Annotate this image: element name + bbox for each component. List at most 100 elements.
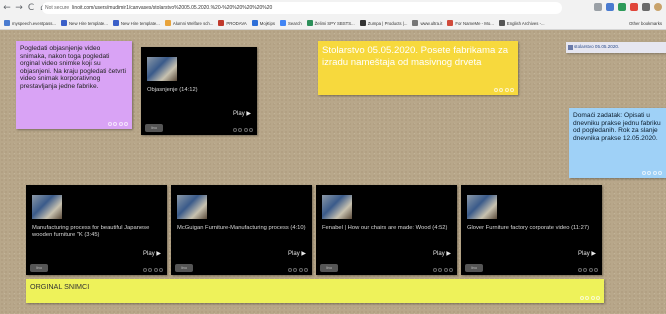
bookmark-favicon-icon (280, 20, 287, 26)
dot[interactable] (432, 268, 437, 272)
dot[interactable] (153, 268, 158, 272)
bookmark-item[interactable]: For NameMe - Mo... (447, 20, 494, 26)
canvas-board[interactable]: Pogledati objasnjenje video snimaka, nak… (0, 30, 666, 314)
video-card[interactable]: Manufacturing process for beautiful Japa… (26, 185, 167, 275)
note-controls[interactable] (232, 128, 253, 132)
dot[interactable] (243, 128, 248, 132)
note-controls[interactable] (107, 122, 128, 126)
forward-icon[interactable]: → (14, 2, 24, 14)
dot[interactable] (658, 171, 662, 175)
video-card[interactable]: McGuigan Furniture-Manufacturing process… (171, 185, 312, 275)
dot[interactable] (118, 122, 123, 126)
video-card[interactable]: Fenabel | How our chairs are made: Wood … (316, 185, 457, 275)
canvas-title: stolarstvo 05.05.2020. (574, 44, 620, 49)
video-title[interactable]: McGuigan Furniture-Manufacturing process… (177, 225, 306, 232)
video-thumbnail[interactable] (467, 195, 497, 219)
dot[interactable] (238, 128, 242, 132)
dot[interactable] (113, 122, 117, 126)
video-card[interactable]: Glover Furniture factory corporate video… (461, 185, 602, 275)
play-button[interactable]: Play ▶ (433, 250, 451, 257)
bookmark-item[interactable]: PRODAVA (218, 20, 247, 26)
dot[interactable] (124, 122, 128, 126)
extension-icon[interactable] (630, 3, 638, 11)
dot[interactable] (232, 128, 237, 132)
bookmark-item[interactable]: New Hire template... (60, 20, 108, 26)
other-bookmarks[interactable]: Other bookmarks (629, 17, 662, 29)
dot[interactable] (585, 296, 589, 300)
bookmark-item[interactable]: myspeech.eventpass... (4, 20, 56, 26)
dot[interactable] (304, 268, 308, 272)
profile-avatar[interactable] (654, 3, 662, 11)
dot[interactable] (596, 296, 600, 300)
dot[interactable] (583, 268, 587, 272)
dot[interactable] (579, 296, 584, 300)
extension-icon[interactable] (642, 3, 650, 11)
bookmark-item[interactable]: New Hire template... (112, 20, 160, 26)
original-videos-note[interactable]: ORGINAL SNIMCI (26, 279, 604, 303)
reload-icon[interactable]: C (26, 2, 36, 14)
star-icon[interactable] (594, 3, 602, 11)
heading-sticky-note[interactable]: Stolarstvo 05.05.2020. Posete fabrikama … (318, 41, 518, 95)
bookmark-item[interactable]: Zumpa | Products |... (359, 20, 407, 26)
video-thumbnail[interactable] (147, 57, 177, 81)
dot[interactable] (590, 296, 595, 300)
video-title[interactable]: Manufacturing process for beautiful Japa… (32, 225, 161, 239)
note-controls[interactable] (579, 296, 600, 300)
play-button[interactable]: Play ▶ (233, 110, 251, 117)
dot[interactable] (249, 128, 253, 132)
extension-icon[interactable] (618, 3, 626, 11)
purple-sticky-note[interactable]: Pogledati objasnjenje video snimaka, nak… (16, 41, 132, 129)
note-controls[interactable] (493, 88, 514, 92)
dot[interactable] (148, 268, 152, 272)
video-thumbnail[interactable] (177, 195, 207, 219)
video-title[interactable]: Glover Furniture factory corporate video… (467, 225, 596, 232)
play-button[interactable]: Play ▶ (143, 250, 161, 257)
dot[interactable] (499, 88, 503, 92)
note-controls[interactable] (142, 268, 163, 272)
extension-icon[interactable] (606, 3, 614, 11)
bookmark-item[interactable]: Alumni Welfare sch... (164, 20, 213, 26)
dot[interactable] (298, 268, 303, 272)
dot[interactable] (493, 88, 498, 92)
video-thumbnail[interactable] (322, 195, 352, 219)
address-bar[interactable]: Not secure linoit.com/users/mudimir1/can… (42, 2, 562, 14)
dot[interactable] (647, 171, 651, 175)
dot[interactable] (594, 268, 598, 272)
back-icon[interactable]: ← (2, 2, 12, 14)
note-controls[interactable] (287, 268, 308, 272)
note-controls[interactable] (432, 268, 453, 272)
canvas-title-tab[interactable]: stolarstvo 05.05.2020. (566, 42, 666, 53)
dot[interactable] (438, 268, 442, 272)
dot[interactable] (510, 88, 514, 92)
dot[interactable] (107, 122, 112, 126)
dot[interactable] (443, 268, 448, 272)
note-controls[interactable] (641, 171, 662, 175)
dot[interactable] (588, 268, 593, 272)
play-button[interactable]: Play ▶ (288, 250, 306, 257)
play-button[interactable]: Play ▶ (578, 250, 596, 257)
video-card-explanation[interactable]: Objasnjenje (14:12) Play ▶ lino (141, 47, 257, 135)
bookmark-label: Želimi SPY SBSTS... (314, 20, 355, 26)
note-controls[interactable] (577, 268, 598, 272)
dot[interactable] (652, 171, 657, 175)
dot[interactable] (449, 268, 453, 272)
lino-logo: lino (175, 264, 193, 272)
dot[interactable] (293, 268, 297, 272)
dot[interactable] (159, 268, 163, 272)
video-title[interactable]: Fenabel | How our chairs are made: Wood … (322, 225, 451, 232)
dot[interactable] (287, 268, 292, 272)
url-text: linoit.com/users/mudimir1/canvases/stola… (72, 5, 273, 11)
video-thumbnail[interactable] (32, 195, 62, 219)
video-title[interactable]: Objasnjenje (14:12) (147, 87, 251, 94)
bookmark-label: Search (288, 20, 302, 26)
dot[interactable] (504, 88, 509, 92)
bookmark-item[interactable]: MojKips (251, 20, 275, 26)
bookmark-item[interactable]: Search (280, 20, 302, 26)
bookmark-item[interactable]: Želimi SPY SBSTS... (306, 20, 355, 26)
bookmark-item[interactable]: English Archives -... (498, 20, 545, 26)
dot[interactable] (641, 171, 646, 175)
homework-sticky-note[interactable]: Domaći zadatak: Opisati u dnevniku praks… (569, 108, 666, 178)
bookmark-item[interactable]: www.ultra.it (412, 20, 442, 26)
dot[interactable] (142, 268, 147, 272)
dot[interactable] (577, 268, 582, 272)
